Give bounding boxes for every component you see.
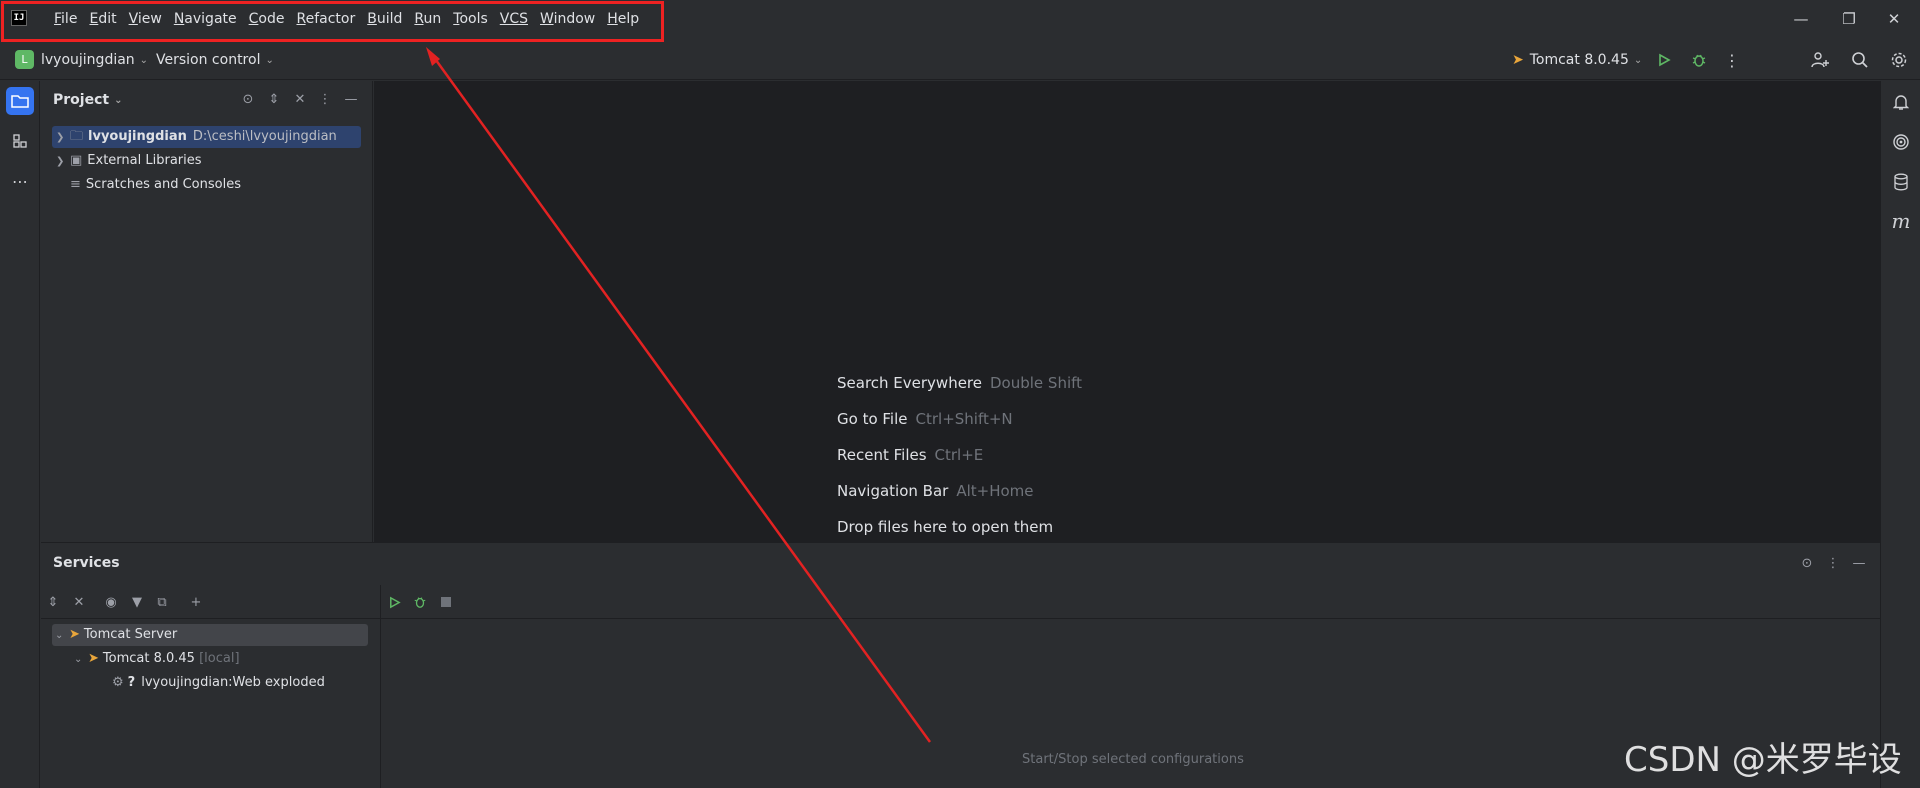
menu-view[interactable]: View: [123, 10, 168, 28]
more-horizontal-icon[interactable]: ⋯: [6, 167, 34, 195]
project-folder-icon[interactable]: [6, 87, 34, 115]
run-icon[interactable]: [386, 594, 402, 610]
tomcat-icon: ➤: [69, 627, 80, 642]
vcs-selector[interactable]: Version control ⌄: [156, 50, 274, 72]
artifact-gear-icon: ⚙: [112, 675, 124, 690]
tomcat-icon: ➤: [1512, 52, 1524, 68]
notifications-bell-icon[interactable]: [1887, 88, 1915, 116]
main-menu: File Edit View Navigate Code Refactor Bu…: [48, 10, 645, 28]
project-panel-title[interactable]: Project ⌄: [53, 92, 122, 108]
right-tool-stripe: m: [1880, 81, 1920, 788]
hint-go-to-file: Go to File Ctrl+Shift+N: [837, 410, 1013, 428]
menu-navigate[interactable]: Navigate: [168, 10, 243, 28]
tree-item-tomcat-server[interactable]: ⌄ ➤ Tomcat Server: [52, 624, 368, 646]
options-menu-icon[interactable]: ⋮: [317, 91, 333, 107]
menu-window[interactable]: Window: [534, 10, 601, 28]
services-splitter[interactable]: [380, 585, 381, 788]
locate-target-icon[interactable]: ⊙: [240, 91, 256, 107]
database-icon[interactable]: [1887, 168, 1915, 196]
chevron-down-icon: ⌄: [74, 654, 83, 665]
filter-icon[interactable]: ▼: [129, 594, 145, 610]
new-tab-icon[interactable]: ⧉: [154, 594, 170, 610]
collapse-all-icon[interactable]: ✕: [71, 594, 87, 610]
left-tool-stripe: ⋯: [0, 81, 40, 788]
hint-navigation-bar: Navigation Bar Alt+Home: [837, 482, 1034, 500]
menu-vcs[interactable]: VCS: [494, 10, 534, 28]
watermark: CSDN @米罗毕设: [1624, 740, 1902, 780]
chevron-down-icon: ⌄: [139, 55, 149, 66]
services-tool-window: Services ⊙ ⋮ — ⇕ ✕ ◉ ▼ ⧉ + ⌄ ➤ Tomcat Serv…: [41, 542, 1880, 788]
close-icon[interactable]: ✕: [1874, 6, 1914, 32]
add-user-icon[interactable]: [1810, 50, 1830, 70]
chevron-down-icon: ⌄: [265, 55, 274, 66]
hide-panel-icon[interactable]: —: [1851, 555, 1867, 571]
chevron-right-icon: ❯: [56, 132, 65, 143]
title-bar: IJ File Edit View Navigate Code Refactor…: [0, 0, 1920, 42]
more-vertical-icon[interactable]: ⋮: [1722, 50, 1742, 70]
menu-build[interactable]: Build: [361, 10, 408, 28]
options-menu-icon[interactable]: ⋮: [1825, 555, 1841, 571]
expand-all-icon[interactable]: ⇕: [45, 594, 61, 610]
chevron-down-icon: ⌄: [114, 95, 123, 106]
minimize-icon[interactable]: —: [1781, 6, 1821, 32]
add-service-icon[interactable]: +: [188, 594, 204, 610]
project-avatar[interactable]: L: [15, 50, 34, 69]
tree-item-tomcat-instance[interactable]: ⌄ ➤ Tomcat 8.0.45 [local]: [74, 648, 240, 670]
maven-icon[interactable]: m: [1887, 207, 1915, 235]
debug-icon[interactable]: [1689, 50, 1709, 70]
search-icon[interactable]: [1850, 50, 1870, 70]
debug-icon[interactable]: [412, 594, 428, 610]
chevron-down-icon: ⌄: [55, 630, 64, 641]
tree-item-external-libraries[interactable]: ❯ ▣ External Libraries: [56, 150, 202, 172]
run-icon[interactable]: [1654, 50, 1674, 70]
menu-run[interactable]: Run: [408, 10, 447, 28]
tree-item-artifact[interactable]: ⚙? lvyoujingdian:Web exploded: [112, 672, 325, 694]
hint-search-everywhere: Search Everywhere Double Shift: [837, 374, 1083, 392]
tomcat-icon: ➤: [88, 651, 99, 666]
locate-target-icon[interactable]: ⊙: [1799, 555, 1815, 571]
collapse-all-icon[interactable]: ✕: [292, 91, 308, 107]
hint-recent-files: Recent Files Ctrl+E: [837, 446, 984, 464]
menu-file[interactable]: File: [48, 10, 83, 28]
menu-code[interactable]: Code: [243, 10, 291, 28]
intellij-logo-icon[interactable]: IJ: [11, 10, 27, 26]
restore-icon[interactable]: ❐: [1829, 6, 1869, 32]
module-folder-icon: 🗀: [70, 129, 84, 144]
project-tool-window: Project ⌄ ⊙ ⇕ ✕ ⋮ — ❯ 🗀 lvyoujingdian D:\ces…: [41, 81, 373, 542]
menu-refactor[interactable]: Refactor: [290, 10, 361, 28]
editor-empty-area: Search Everywhere Double Shift Go to File…: [374, 81, 1880, 542]
menu-help[interactable]: Help: [601, 10, 645, 28]
tree-item-scratches[interactable]: ≡ Scratches and Consoles: [70, 174, 241, 196]
scratches-icon: ≡: [70, 177, 81, 192]
main-toolbar: L lvyoujingdian ⌄ Version control ⌄ ➤ Tomca…: [0, 40, 1920, 80]
tree-item-project-root[interactable]: ❯ 🗀 lvyoujingdian D:\ceshi\lvyoujingdian: [52, 126, 361, 148]
project-selector[interactable]: lvyoujingdian ⌄: [41, 50, 148, 72]
unknown-status-icon: ?: [127, 675, 136, 690]
settings-gear-icon[interactable]: [1889, 50, 1909, 70]
chevron-right-icon: ❯: [56, 156, 65, 167]
library-icon: ▣: [70, 153, 83, 168]
services-empty-text: Start/Stop selected configurations: [1022, 752, 1244, 767]
stop-icon[interactable]: [438, 594, 454, 610]
hide-panel-icon[interactable]: —: [343, 91, 359, 107]
services-toolbar: ⇕ ✕ ◉ ▼ ⧉ +: [41, 585, 1880, 619]
menu-edit[interactable]: Edit: [83, 10, 122, 28]
expand-all-icon[interactable]: ⇕: [266, 91, 282, 107]
view-options-eye-icon[interactable]: ◉: [103, 594, 119, 610]
ai-assistant-spiral-icon[interactable]: [1887, 128, 1915, 156]
menu-tools[interactable]: Tools: [447, 10, 494, 28]
hint-drop-files: Drop files here to open them: [837, 518, 1054, 536]
run-config-selector[interactable]: ➤ Tomcat 8.0.45 ⌄: [1512, 50, 1642, 72]
services-panel-title: Services: [53, 555, 120, 571]
structure-icon[interactable]: [6, 127, 34, 155]
chevron-down-icon: ⌄: [1633, 55, 1643, 66]
